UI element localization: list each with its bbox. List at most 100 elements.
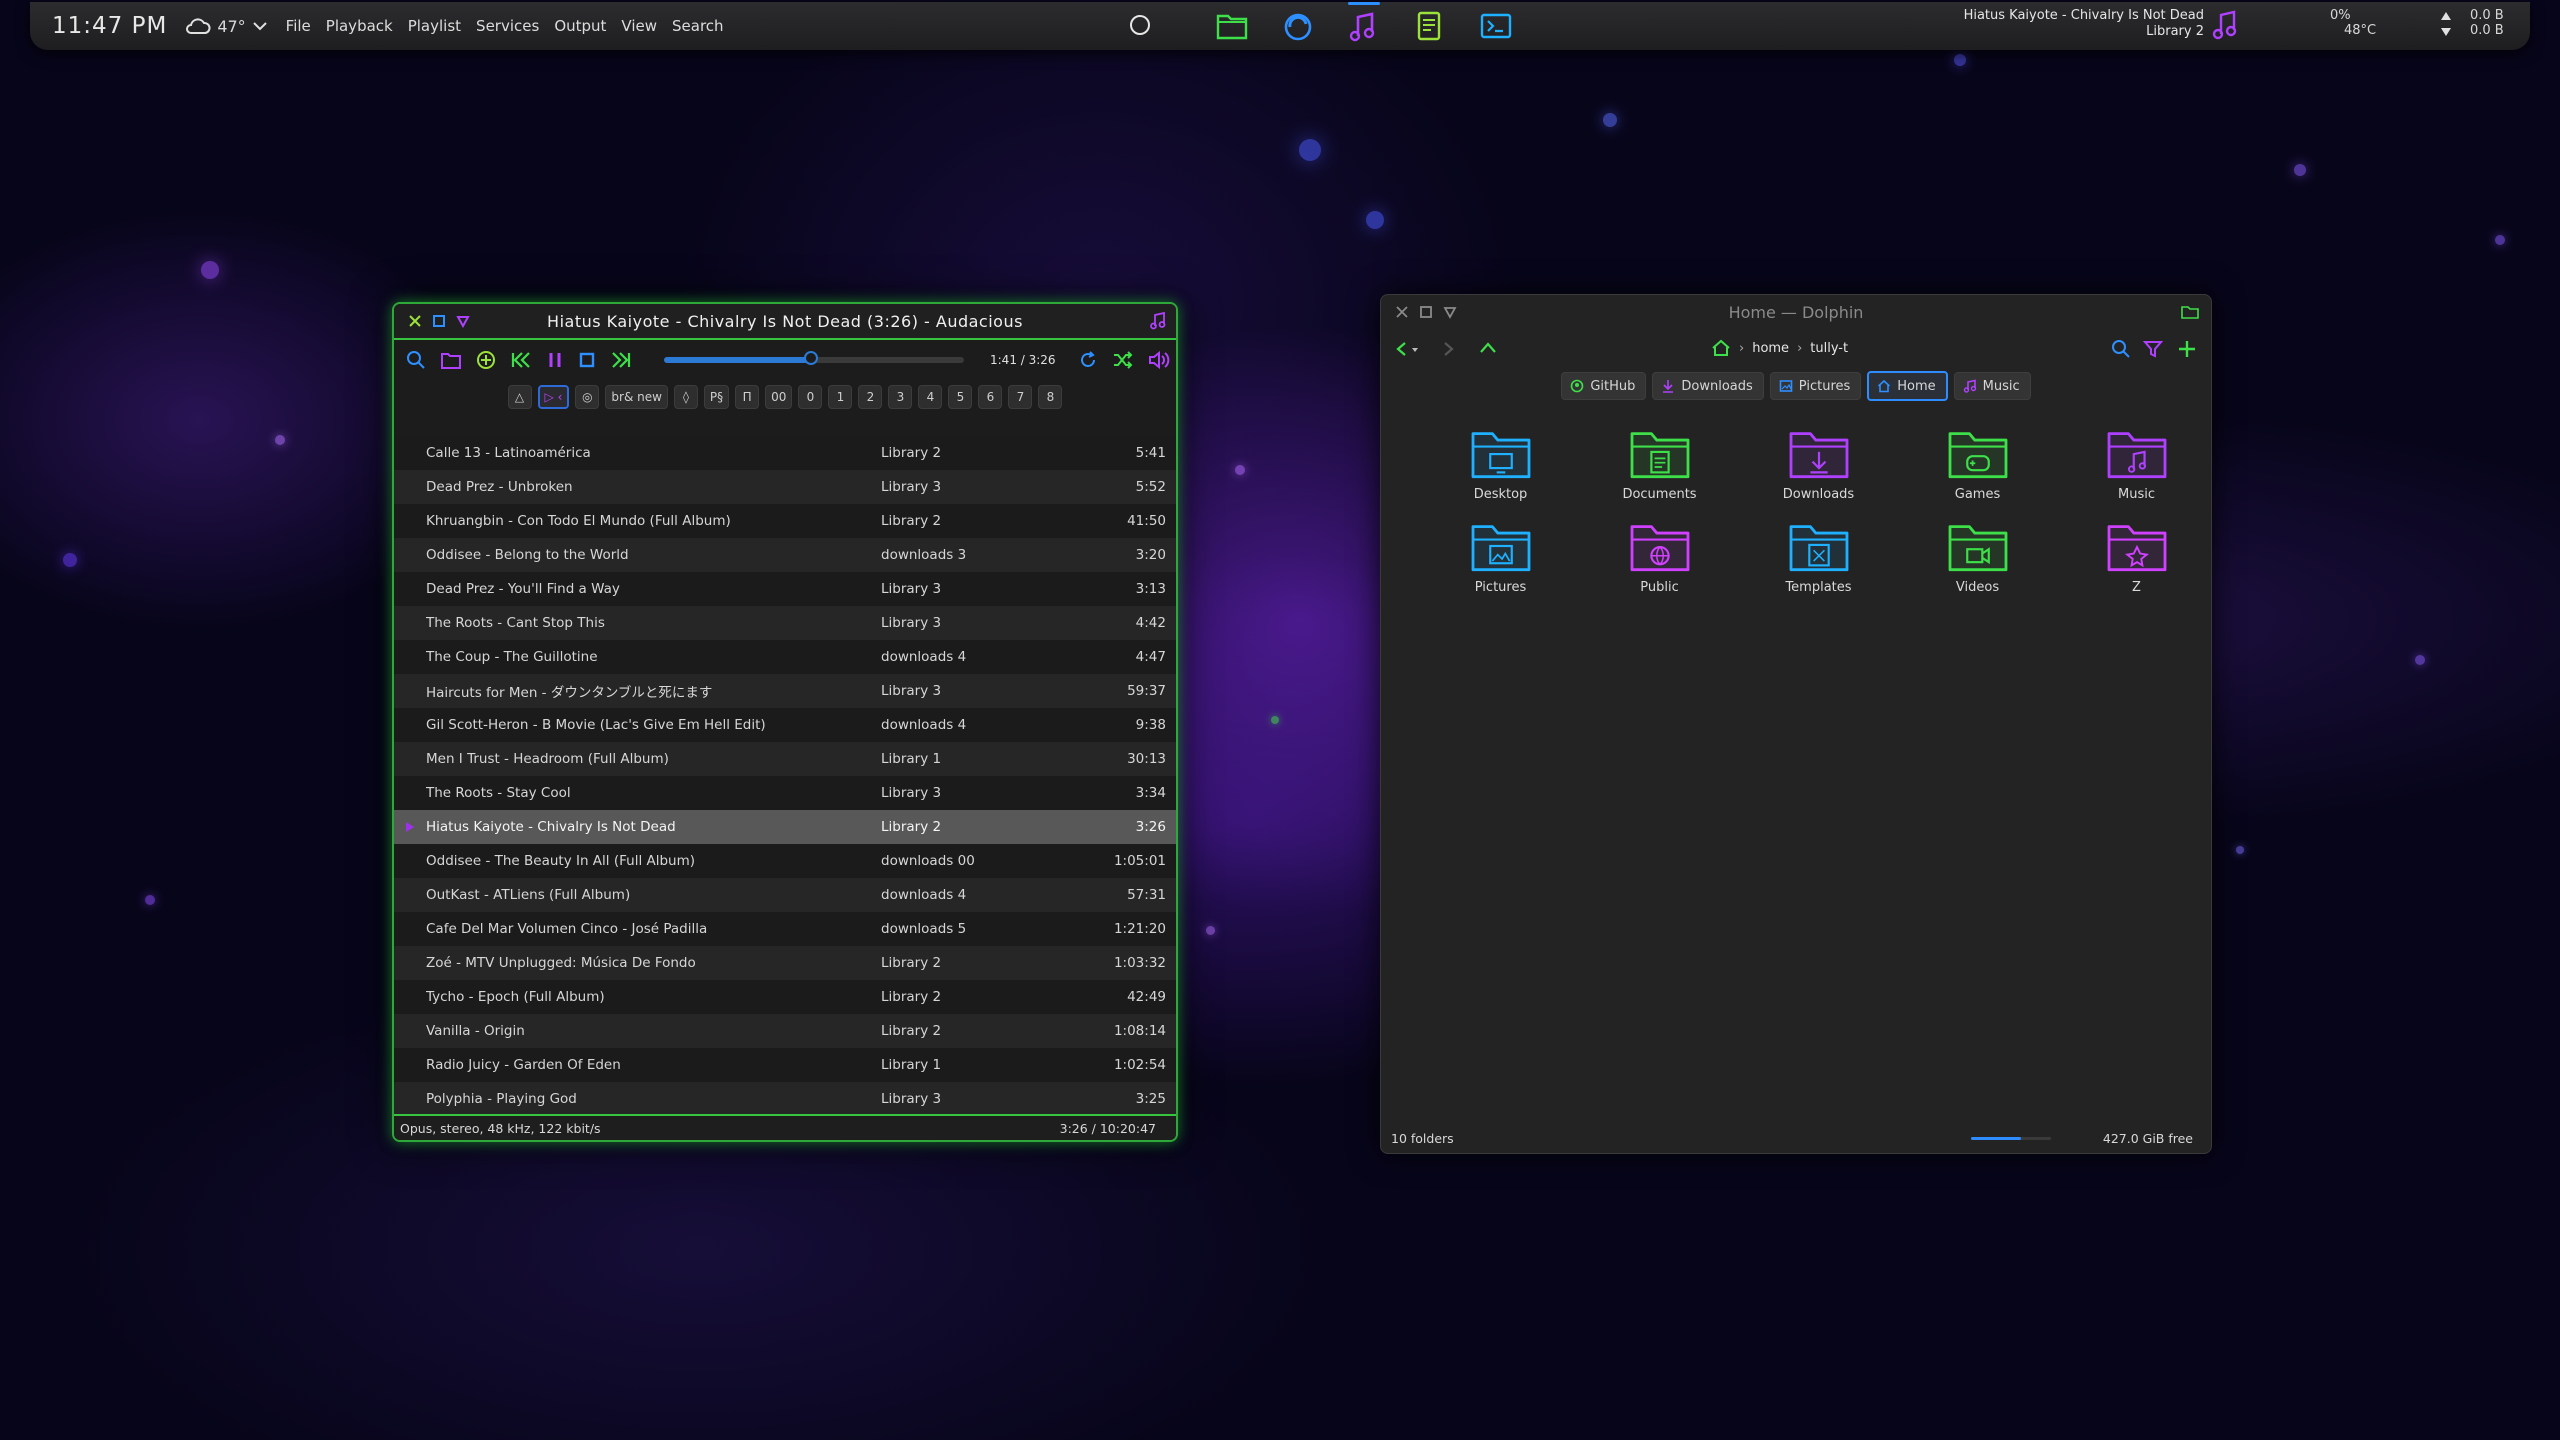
terminal-task[interactable] [1474, 6, 1518, 46]
playlist-row[interactable]: Polyphia - Playing God Library 3 3:25 [394, 1082, 1176, 1116]
playlist-tab[interactable]: 0 [798, 385, 823, 409]
playlist-tab[interactable]: P§ [703, 385, 730, 409]
folder-z[interactable]: Z [2057, 518, 2211, 595]
forward-arrow-icon[interactable] [1441, 341, 1455, 357]
playlist-row[interactable]: Dead Prez - Unbroken Library 3 5:52 [394, 470, 1176, 504]
playlist-row[interactable]: Hiatus Kaiyote - Chivalry Is Not Dead Lib… [394, 810, 1176, 844]
playlist-tab[interactable]: ◊ [673, 385, 698, 409]
home-icon[interactable] [1711, 339, 1731, 357]
playlist-row[interactable]: Haircuts for Men - ダウンタンブルと死にます Library 3… [394, 674, 1176, 708]
place-home[interactable]: Home [1867, 371, 1948, 401]
add-icon[interactable] [2177, 339, 2197, 359]
playlist-tab[interactable]: 6 [978, 385, 1003, 409]
weather-widget[interactable]: 47° [185, 17, 267, 36]
shuffle-icon[interactable] [1112, 350, 1134, 370]
playlist-row[interactable]: Vanilla - Origin Library 2 1:08:14 [394, 1014, 1176, 1048]
playlist-tab[interactable]: ▷ ‹ [537, 385, 570, 409]
menu-file[interactable]: File [286, 17, 311, 35]
back-arrow-icon[interactable] [1395, 341, 1409, 357]
playlist-tab[interactable]: 1 [828, 385, 853, 409]
filter-icon[interactable] [2143, 339, 2163, 359]
playlist-tab[interactable]: Π [735, 385, 760, 409]
place-music[interactable]: Music [1953, 372, 2031, 400]
folder-pictures[interactable]: Pictures [1421, 518, 1580, 595]
playlist-row[interactable]: OutKast - ATLiens (Full Album) downloads … [394, 878, 1176, 912]
playlist-row[interactable]: The Coup - The Guillotine downloads 4 4:47 [394, 640, 1176, 674]
chevron-down-icon[interactable] [252, 20, 268, 32]
folder-downloads[interactable]: Downloads [1739, 425, 1898, 502]
search-icon[interactable] [2111, 339, 2131, 359]
playlist-tab[interactable]: 7 [1008, 385, 1033, 409]
playlist-tab[interactable]: △ [507, 385, 532, 409]
breadcrumb-home[interactable]: home [1752, 341, 1789, 356]
place-downloads[interactable]: Downloads [1652, 372, 1764, 400]
playlist-row[interactable]: Gil Scott-Heron - B Movie (Lac's Give Em… [394, 708, 1176, 742]
menu-playback[interactable]: Playback [326, 17, 393, 35]
seek-handle[interactable] [804, 351, 818, 365]
playlist-row[interactable]: Khruangbin - Con Todo El Mundo (Full Alb… [394, 504, 1176, 538]
playlist-tab[interactable]: 5 [948, 385, 973, 409]
audacious-titlebar[interactable]: Hiatus Kaiyote - Chivalry Is Not Dead (3… [394, 304, 1176, 340]
volume-icon[interactable] [1148, 350, 1170, 370]
previous-track-icon[interactable] [510, 350, 532, 370]
folder-music[interactable]: Music [2057, 425, 2211, 502]
folder-games[interactable]: Games [1898, 425, 2057, 502]
minimize-icon[interactable] [456, 314, 470, 328]
playlist-tab[interactable]: 8 [1038, 385, 1063, 409]
playlist-row[interactable]: Men I Trust - Headroom (Full Album) Libra… [394, 742, 1176, 776]
pause-icon[interactable] [546, 350, 564, 370]
playlist-tab[interactable]: 4 [918, 385, 943, 409]
chevron-down-icon[interactable] [1411, 347, 1419, 353]
place-pictures[interactable]: Pictures [1769, 372, 1862, 400]
folder-desktop[interactable]: Desktop [1421, 425, 1580, 502]
search-icon[interactable] [406, 350, 426, 370]
up-arrow-icon[interactable] [1479, 341, 1497, 355]
stop-icon[interactable] [578, 351, 596, 369]
playlist-row[interactable]: Tycho - Epoch (Full Album) Library 2 42:49 [394, 980, 1176, 1014]
indicator-circle-icon[interactable] [1130, 15, 1150, 35]
clock[interactable]: 11:47 PM [52, 13, 167, 39]
next-track-icon[interactable] [610, 350, 632, 370]
folder-templates[interactable]: Templates [1739, 518, 1898, 595]
playlist-tab[interactable]: br& new [605, 385, 668, 409]
playlist-row[interactable]: Cafe Del Mar Volumen Cinco - José Padill… [394, 912, 1176, 946]
add-icon[interactable] [476, 350, 496, 370]
playlist-tab[interactable]: 2 [858, 385, 883, 409]
playlist-row[interactable]: The Roots - Cant Stop This Library 3 4:42 [394, 606, 1176, 640]
breadcrumb-user[interactable]: tully-t [1810, 341, 1848, 356]
place-github[interactable]: GitHub [1561, 372, 1647, 400]
playlist-tab[interactable]: 00 [765, 385, 793, 409]
system-monitor[interactable]: 0% 48°C [2330, 8, 2451, 38]
files-task[interactable] [1210, 6, 1254, 46]
playlist-row[interactable]: Radio Juicy - Garden Of Eden Library 1 1:0… [394, 1048, 1176, 1082]
dolphin-titlebar[interactable]: Home — Dolphin [1381, 295, 2211, 329]
close-icon[interactable] [1395, 305, 1409, 319]
music-player-task[interactable] [1342, 2, 1386, 46]
minimize-icon[interactable] [1443, 305, 1457, 319]
close-icon[interactable] [408, 314, 422, 328]
maximize-icon[interactable] [432, 314, 446, 328]
folder-documents[interactable]: Documents [1580, 425, 1739, 502]
menu-search[interactable]: Search [672, 17, 724, 35]
playlist-row[interactable]: Oddisee - The Beauty In All (Full Album)… [394, 844, 1176, 878]
menu-view[interactable]: View [621, 17, 657, 35]
playlist-tab[interactable]: ◎ [575, 385, 600, 409]
menu-services[interactable]: Services [476, 17, 539, 35]
seek-slider[interactable] [664, 351, 964, 365]
open-folder-icon[interactable] [440, 350, 462, 370]
folder-videos[interactable]: Videos [1898, 518, 2057, 595]
playlist-row[interactable]: Dead Prez - You'll Find a Way Library 3 3:… [394, 572, 1176, 606]
playlist-row[interactable]: The Roots - Stay Cool Library 3 3:34 [394, 776, 1176, 810]
maximize-icon[interactable] [1419, 305, 1433, 319]
playlist-row[interactable]: Zoé - MTV Unplugged: Música De Fondo Libr… [394, 946, 1176, 980]
repeat-icon[interactable] [1078, 350, 1098, 370]
playlist-tab[interactable]: 3 [888, 385, 913, 409]
notes-task[interactable] [1408, 6, 1452, 46]
menu-output[interactable]: Output [554, 17, 606, 35]
playlist-row[interactable]: Calle 13 - Latinoamérica Library 2 5:41 [394, 436, 1176, 470]
folder-public[interactable]: Public [1580, 518, 1739, 595]
browser-task[interactable] [1276, 6, 1320, 46]
playlist-row[interactable]: Oddisee - Belong to the World downloads 3… [394, 538, 1176, 572]
network-monitor[interactable]: 0.0 B 0.0 B [2470, 8, 2504, 38]
menu-playlist[interactable]: Playlist [408, 17, 461, 35]
